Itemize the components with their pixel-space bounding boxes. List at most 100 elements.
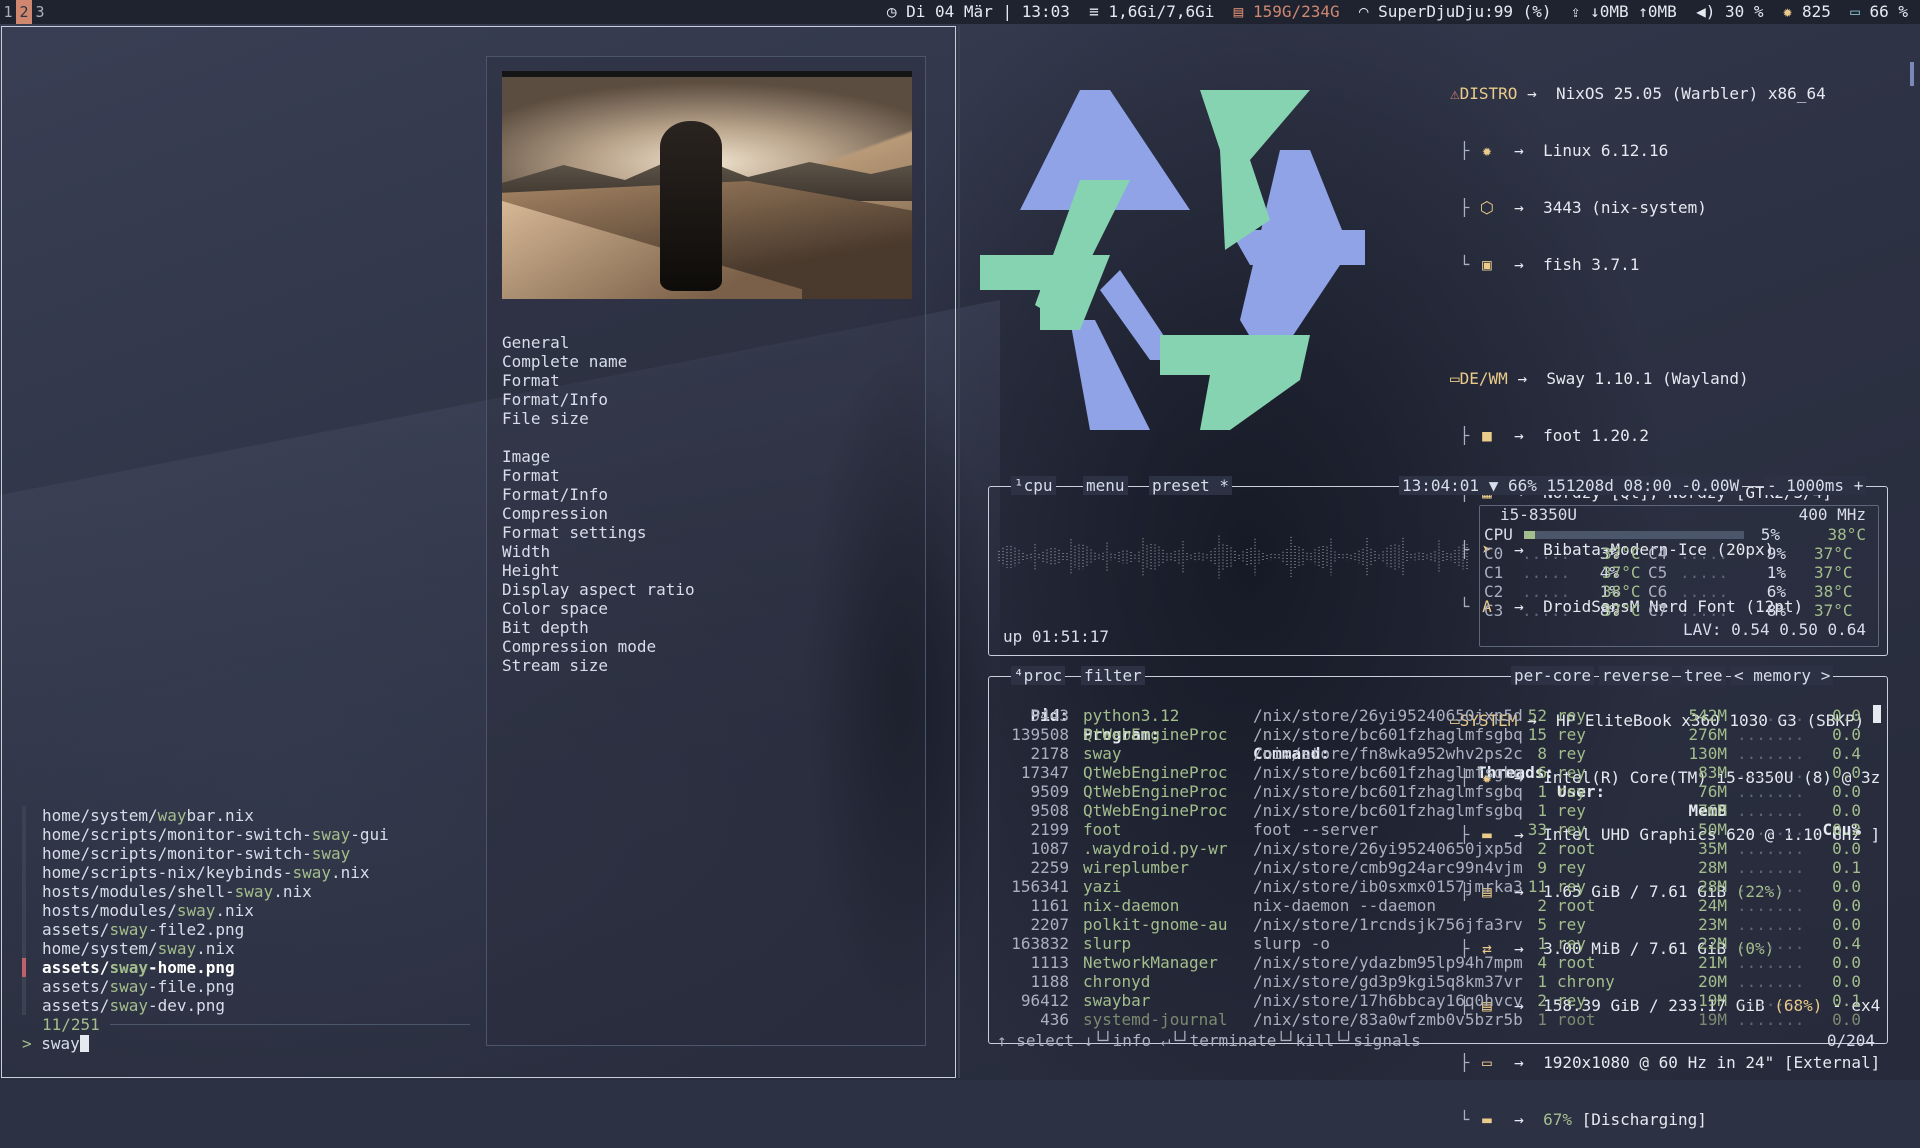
process-threads: 1: [1537, 934, 1547, 953]
process-program: QtWebEngineProc: [1083, 763, 1228, 782]
process-program: QtWebEngineProc: [1083, 801, 1228, 820]
process-cpu: 0.0: [1832, 706, 1861, 725]
info-field: File size: [502, 409, 589, 428]
core-temp2: 37°C: [1814, 563, 1853, 582]
process-row[interactable]: 9509 QtWebEngineProc/nix/store/bc601fzhag…: [997, 782, 1877, 801]
battery-text[interactable]: 66 %: [1869, 0, 1908, 24]
finder-result[interactable]: hosts/modules/shell-sway.nix: [22, 882, 389, 901]
finder-result[interactable]: hosts/modules/sway.nix: [22, 901, 389, 920]
filter-tab[interactable]: filter: [1081, 666, 1145, 685]
wifi-text[interactable]: SuperDjuDju:99 (%): [1378, 0, 1551, 24]
cpu-header-status: 13:04:01 ▼ 66% 151208d 08:00 -0.00W: [1399, 476, 1743, 495]
finder-result[interactable]: assets/sway-file.png: [22, 977, 389, 996]
process-row[interactable]: 1188 chronyd/nix/store/gd3p9kgi5q8km37vr 1…: [997, 972, 1877, 991]
process-threads: 15: [1527, 725, 1547, 744]
process-threads: 1: [1537, 1010, 1547, 1029]
process-pid: 1087: [1030, 839, 1069, 858]
volume-text[interactable]: 30 %: [1725, 0, 1764, 24]
process-mem-bar: .......: [1737, 934, 1805, 953]
tree-toggle[interactable]: tree: [1681, 666, 1726, 685]
net-up-text[interactable]: ↑0MB: [1638, 0, 1677, 24]
process-program: chronyd: [1083, 972, 1151, 991]
process-mem: 20M: [1698, 972, 1727, 991]
process-row[interactable]: 139508 QtWebEngineProc/nix/store/bc601fzh…: [997, 725, 1877, 744]
process-row[interactable]: 436 systemd-journal/nix/store/83a0wfzmb0v…: [997, 1010, 1877, 1029]
core-name2: C5: [1648, 563, 1668, 582]
reverse-toggle[interactable]: reverse: [1599, 666, 1673, 685]
finder-result[interactable]: home/system/waybar.nix: [22, 806, 389, 825]
scrollbar-indicator[interactable]: [1910, 62, 1914, 86]
net-down-text[interactable]: ↓0MB: [1590, 0, 1629, 24]
process-user: rey: [1557, 801, 1586, 820]
temperature-icon: ✹: [1782, 2, 1803, 21]
process-program: swaybar: [1083, 991, 1151, 1010]
preset-tab[interactable]: preset *: [1149, 476, 1233, 495]
clock-icon: ◷: [886, 2, 907, 21]
process-row[interactable]: 1087 .waydroid.py-wr/nix/store/26yi952406…: [997, 839, 1877, 858]
info-field: Format: [502, 466, 560, 485]
process-row[interactable]: 9508 QtWebEngineProc/nix/store/bc601fzhag…: [997, 801, 1877, 820]
process-row[interactable]: 2199 foot foot --server 33 rey 50M 0.2.......: [997, 820, 1877, 839]
nixos-logo: [980, 90, 1365, 430]
process-program: QtWebEngineProc: [1083, 725, 1228, 744]
process-row[interactable]: 2259 wireplumber/nix/store/cmb9g24arc99n4…: [997, 858, 1877, 877]
sort-selector[interactable]: < memory >: [1731, 666, 1834, 685]
process-row[interactable]: 1161 nix-daemon nix-daemon --daemon 2 root 24…: [997, 896, 1877, 915]
process-row[interactable]: 17347 QtWebEngineProc/nix/store/bc601fzha…: [997, 763, 1877, 782]
kernel-icon: ✹: [1482, 141, 1492, 160]
display-value: 1920x1080 @ 60 Hz in 24" [External]: [1543, 1053, 1881, 1072]
info-field: Format settings: [502, 523, 647, 542]
info-field: Format/Info: [502, 485, 608, 504]
process-row[interactable]: 2207 polkit-gnome-au/nix/store/1rcndsjk75…: [997, 915, 1877, 934]
process-row[interactable]: 2178 sway/nix/store/fn8wka952whv2ps2c 8 rey…: [997, 744, 1877, 763]
process-mem: 28M: [1698, 858, 1727, 877]
update-interval[interactable]: - 1000ms +: [1764, 476, 1867, 495]
workspace-1[interactable]: 1: [0, 0, 16, 24]
process-program: sway: [1083, 744, 1122, 763]
search-query[interactable]: sway: [41, 1034, 80, 1053]
process-scrollbar[interactable]: [1873, 705, 1881, 723]
workspace-2[interactable]: 2: [16, 0, 32, 24]
process-threads: 11: [1527, 877, 1547, 896]
process-mem: 35M: [1698, 839, 1727, 858]
memory-text[interactable]: 1,6Gi/7,6Gi: [1108, 0, 1214, 24]
process-pid: 96412: [1020, 991, 1069, 1010]
finder-result[interactable]: home/system/sway.nix: [22, 939, 389, 958]
proc-actions[interactable]: ↑ select ↓└┘info ↵└┘terminate└┘kill└┘sig…: [997, 1031, 1421, 1050]
menu-tab[interactable]: menu: [1083, 476, 1128, 495]
process-mem: 19M: [1698, 991, 1727, 1010]
temperature-text[interactable]: 825: [1802, 0, 1831, 24]
finder-result[interactable]: assets/sway-dev.png: [22, 996, 389, 1015]
process-cpu: 0.0: [1832, 782, 1861, 801]
info-field: Height: [502, 561, 560, 580]
workspace-3[interactable]: 3: [32, 0, 48, 24]
process-mem-bar: .......: [1737, 953, 1805, 972]
date-text[interactable]: Di 04 Mär: [906, 0, 993, 24]
cpu-tab[interactable]: ¹cpu: [1011, 476, 1056, 495]
cpu-core-row: C0 3% 37°C C4 9% 37°C..........: [1484, 544, 1876, 563]
proc-tab[interactable]: ⁴proc: [1011, 666, 1066, 685]
finder-result[interactable]: assets/sway-file2.png: [22, 920, 389, 939]
process-user: rey: [1557, 858, 1586, 877]
process-pid: 2207: [1030, 915, 1069, 934]
process-row[interactable]: 163832 slurp slurp -o 1 rey 22M 0.4.......: [997, 934, 1877, 953]
per-core-toggle[interactable]: per-core: [1511, 666, 1595, 685]
finder-result[interactable]: home/scripts/monitor-switch-sway: [22, 844, 389, 863]
wm-value: Sway 1.10.1 (Wayland): [1546, 369, 1749, 388]
info-field: Format: [502, 371, 560, 390]
process-mem: 21M: [1698, 953, 1727, 972]
process-user: rey: [1557, 820, 1586, 839]
process-row[interactable]: 96412 swaybar/nix/store/17h6bbcay16q0hvcv…: [997, 991, 1877, 1010]
process-mem-bar: .......: [1737, 782, 1805, 801]
finder-result[interactable]: home/scripts/monitor-switch-sway-gui: [22, 825, 389, 844]
finder-result[interactable]: assets/sway-home.png: [22, 958, 389, 977]
process-row[interactable]: 156341 yazi/nix/store/ib0sxmx0157jmrka3 11…: [997, 877, 1877, 896]
process-row[interactable]: 1113 NetworkManager/nix/store/ydazbm95lp9…: [997, 953, 1877, 972]
process-cpu: 0.0: [1832, 953, 1861, 972]
process-row[interactable]: 9443 python3.12/nix/store/26yi95240650jxp…: [997, 706, 1877, 725]
process-mem: 22M: [1698, 934, 1727, 953]
finder-result[interactable]: home/scripts-nix/keybinds-sway.nix: [22, 863, 389, 882]
disk-text[interactable]: 159G/234G: [1253, 0, 1340, 24]
search-prompt[interactable]: > sway: [22, 1034, 89, 1053]
time-text[interactable]: 13:03: [1022, 0, 1070, 24]
